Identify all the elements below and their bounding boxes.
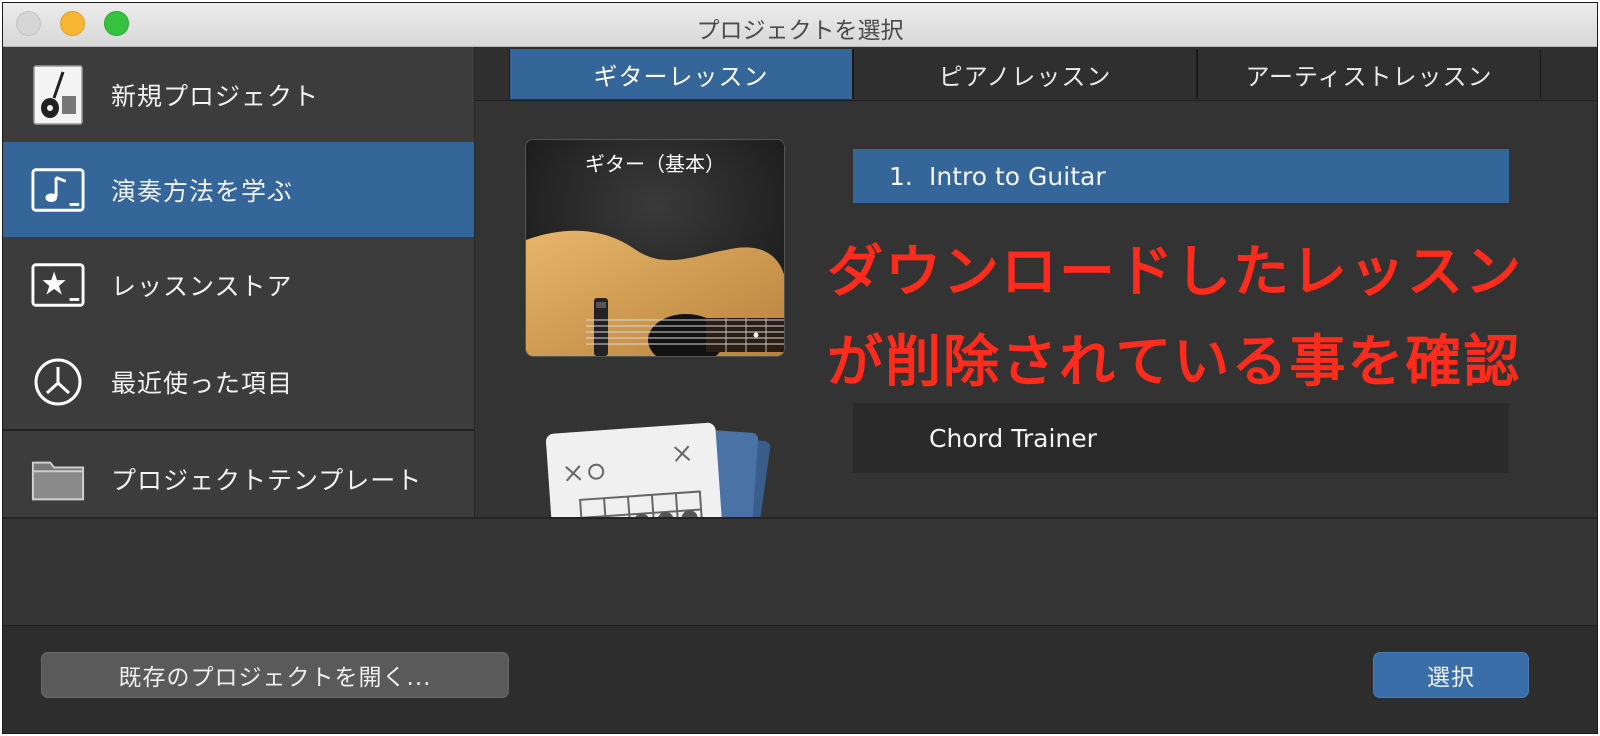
sidebar-item-lesson-store[interactable]: レッスンストア bbox=[3, 237, 474, 332]
tab-guitar-lessons[interactable]: ギターレッスン bbox=[509, 49, 853, 99]
lesson-group-title: ギター（基本） bbox=[585, 152, 725, 176]
title-bar: プロジェクトを選択 bbox=[3, 3, 1597, 47]
guitar-basics-thumbnail[interactable]: ギター（基本） bbox=[525, 139, 785, 357]
footer-bar: 既存のプロジェクトを開く... 選択 bbox=[3, 625, 1597, 733]
sidebar-item-recent[interactable]: 最近使った項目 bbox=[3, 334, 474, 429]
lesson-tabs: ギターレッスン ピアノレッスン アーティストレッスン bbox=[475, 47, 1597, 101]
sidebar-item-label: プロジェクトテンプレート bbox=[111, 465, 423, 495]
lesson-row-chord-trainer[interactable]: Chord Trainer bbox=[853, 403, 1509, 473]
select-button[interactable]: 選択 bbox=[1373, 652, 1529, 698]
window-title: プロジェクトを選択 bbox=[696, 18, 904, 44]
annotation-line-2: が削除されている事を確認 bbox=[827, 330, 1522, 395]
lesson-title: Chord Trainer bbox=[929, 423, 1097, 453]
lesson-row-intro-to-guitar[interactable]: 1. Intro to Guitar bbox=[853, 149, 1509, 203]
sidebar-item-label: 新規プロジェクト bbox=[111, 81, 320, 111]
music-note-icon bbox=[31, 163, 85, 217]
star-icon bbox=[31, 258, 85, 312]
sidebar-item-project-templates[interactable]: プロジェクトテンプレート bbox=[3, 431, 474, 517]
sidebar-item-new-project[interactable]: 新規プロジェクト bbox=[3, 47, 474, 142]
annotation-line-1: ダウンロードしたレッスン bbox=[827, 240, 1523, 305]
project-chooser-window: プロジェクトを選択 新規プロジェクト 演奏方法を学ぶ レッスンストア 最近使った… bbox=[2, 2, 1598, 734]
sidebar-item-label: レッスンストア bbox=[111, 271, 293, 301]
lesson-number: 1. bbox=[889, 161, 913, 191]
sidebar-item-label: 演奏方法を学ぶ bbox=[111, 176, 294, 206]
tab-piano-lessons[interactable]: ピアノレッスン bbox=[853, 49, 1197, 99]
open-existing-project-button[interactable]: 既存のプロジェクトを開く... bbox=[41, 652, 509, 698]
guitar-project-icon bbox=[31, 64, 85, 125]
chord-trainer-thumbnail[interactable] bbox=[545, 422, 775, 517]
details-panel bbox=[3, 517, 1597, 625]
sidebar: 新規プロジェクト 演奏方法を学ぶ レッスンストア 最近使った項目 プロジェクトテ… bbox=[3, 47, 475, 517]
sidebar-item-learn-to-play[interactable]: 演奏方法を学ぶ bbox=[3, 142, 474, 237]
tab-artist-lessons[interactable]: アーティストレッスン bbox=[1197, 49, 1541, 99]
lesson-title: Intro to Guitar bbox=[929, 161, 1106, 191]
folder-icon bbox=[31, 452, 85, 506]
lesson-browser: ギターレッスン ピアノレッスン アーティストレッスン ギター（基本） 1. In… bbox=[475, 47, 1597, 517]
sidebar-item-label: 最近使った項目 bbox=[111, 368, 294, 398]
clock-icon bbox=[31, 355, 85, 409]
